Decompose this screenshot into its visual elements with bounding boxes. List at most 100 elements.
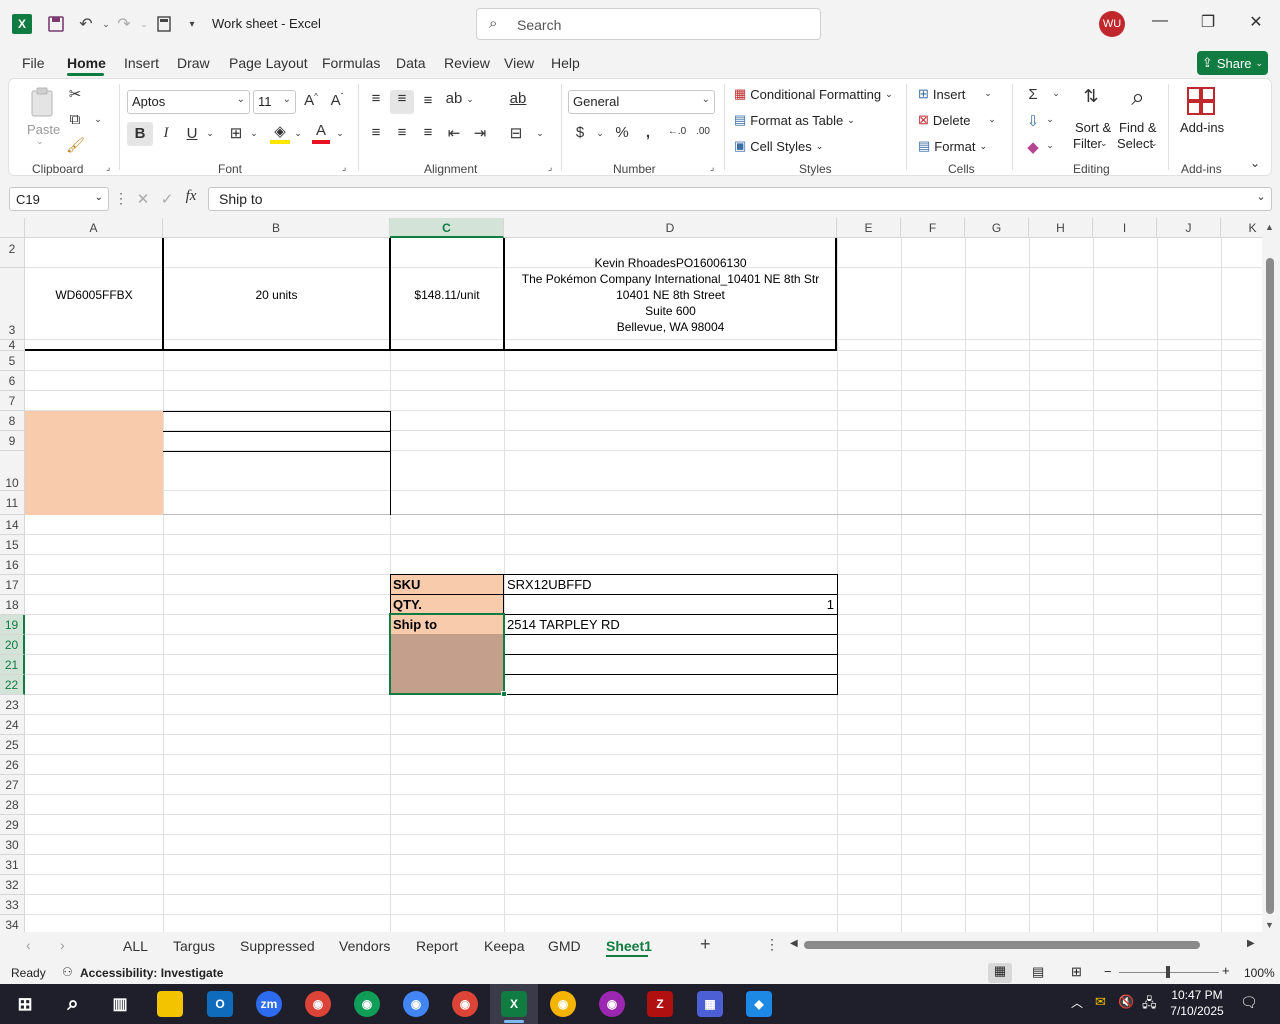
- vertical-scroll-thumb[interactable]: [1266, 258, 1274, 914]
- align-left-icon[interactable]: ≡: [366, 124, 386, 141]
- row-header-25[interactable]: 25: [0, 735, 25, 755]
- filezilla-icon[interactable]: Z: [647, 991, 673, 1017]
- formula-input[interactable]: Ship to: [208, 187, 1272, 211]
- tab-home[interactable]: Home: [67, 55, 106, 71]
- sort-filter-label-2[interactable]: Filter: [1073, 136, 1102, 151]
- align-center-icon[interactable]: ≡: [392, 124, 412, 141]
- avatar[interactable]: WU: [1099, 11, 1125, 37]
- bold-button[interactable]: B: [127, 122, 153, 146]
- font-size-select[interactable]: 11 ⌄: [253, 90, 296, 114]
- select-all-corner[interactable]: [0, 218, 25, 238]
- customize-toolbar-icon[interactable]: ▾: [180, 12, 204, 36]
- horizontal-scroll-thumb[interactable]: [804, 941, 1200, 949]
- column-header-b[interactable]: B: [163, 218, 390, 238]
- chrome-profile-icon[interactable]: ◉: [354, 991, 380, 1017]
- minimize-button[interactable]: —: [1145, 12, 1175, 36]
- windows-start-icon[interactable]: ⊞: [12, 991, 38, 1017]
- sort-filter-label-1[interactable]: Sort &: [1075, 120, 1111, 135]
- volume-muted-icon[interactable]: 🔇: [1118, 994, 1134, 1010]
- row-header-7[interactable]: 7: [0, 391, 25, 411]
- underline-dropdown-icon[interactable]: ⌄: [204, 128, 216, 139]
- save-icon[interactable]: [44, 12, 68, 36]
- row-header-33[interactable]: 33: [0, 895, 25, 915]
- borders-dropdown-icon[interactable]: ⌄: [248, 128, 260, 139]
- copy-dropdown-icon[interactable]: ⌄: [92, 114, 104, 125]
- task-view-icon[interactable]: ▥: [107, 991, 133, 1017]
- row-header-3[interactable]: 3: [0, 268, 25, 340]
- add-ins-button-label[interactable]: Add-ins: [1180, 120, 1224, 135]
- formula-bar-menu-icon[interactable]: ⋮: [114, 190, 128, 207]
- outlook-icon[interactable]: O: [207, 991, 233, 1017]
- cell-b2[interactable]: 20 units: [163, 238, 390, 351]
- row-header-10[interactable]: 10: [0, 451, 25, 491]
- percent-icon[interactable]: %: [612, 124, 632, 141]
- align-right-icon[interactable]: ≡: [418, 124, 438, 141]
- row-header-17[interactable]: 17: [0, 575, 25, 595]
- increase-decimal-icon[interactable]: ←.0: [666, 126, 688, 137]
- clear-icon[interactable]: ◆: [1024, 138, 1042, 156]
- confirm-entry-icon[interactable]: ✓: [158, 190, 176, 208]
- share-button[interactable]: ⇪ Share ⌄: [1197, 51, 1268, 75]
- zoom-out-icon[interactable]: −: [1104, 964, 1112, 979]
- conditional-formatting-button[interactable]: ▦ Conditional Formatting ⌄: [734, 86, 893, 102]
- tab-draw[interactable]: Draw: [177, 55, 210, 71]
- row-header-26[interactable]: 26: [0, 755, 25, 775]
- search-box[interactable]: ⌕ Search: [476, 8, 821, 40]
- tab-help[interactable]: Help: [551, 55, 580, 71]
- column-header-h[interactable]: H: [1029, 218, 1093, 238]
- row-header-29[interactable]: 29: [0, 815, 25, 835]
- row-header-27[interactable]: 27: [0, 775, 25, 795]
- column-header-a[interactable]: A: [25, 218, 163, 238]
- row-header-23[interactable]: 23: [0, 695, 25, 715]
- tab-insert[interactable]: Insert: [124, 55, 159, 71]
- sheet-tab-gmd[interactable]: GMD: [548, 938, 581, 954]
- font-color-dropdown-icon[interactable]: ⌄: [334, 128, 346, 139]
- sheet-tab-targus[interactable]: Targus: [173, 938, 215, 954]
- fill-icon[interactable]: ⇩: [1024, 112, 1042, 130]
- font-name-select[interactable]: Aptos ⌄: [127, 90, 250, 114]
- format-cells-button[interactable]: ▤ Format ⌄: [918, 138, 987, 154]
- column-header-g[interactable]: G: [965, 218, 1029, 238]
- column-header-c[interactable]: C: [390, 218, 504, 238]
- sheet-tab-all[interactable]: ALL: [123, 938, 148, 954]
- decrease-indent-icon[interactable]: ⇤: [444, 124, 464, 142]
- cell-a2[interactable]: WD6005FFBX: [25, 238, 163, 351]
- cell-styles-button[interactable]: ▣ Cell Styles ⌄: [734, 138, 823, 154]
- zoom-slider-thumb[interactable]: [1166, 966, 1170, 978]
- zoom-level[interactable]: 100%: [1244, 966, 1275, 980]
- fill-color-icon[interactable]: ◈: [270, 122, 290, 144]
- font-launcher-icon[interactable]: ⌟: [342, 162, 346, 173]
- row-header-11[interactable]: 11: [0, 491, 25, 515]
- cell-c17[interactable]: SKU: [393, 577, 420, 592]
- row-header-28[interactable]: 28: [0, 795, 25, 815]
- row-header-14[interactable]: 14: [0, 515, 25, 535]
- system-clock[interactable]: 10:47 PM 7/10/2025: [1160, 987, 1234, 1019]
- currency-icon[interactable]: $: [572, 124, 588, 141]
- row-header-8[interactable]: 8: [0, 411, 25, 431]
- add-ins-icon[interactable]: [1186, 86, 1216, 116]
- cancel-entry-icon[interactable]: ✕: [134, 190, 152, 208]
- file-explorer-icon[interactable]: [157, 991, 183, 1017]
- chrome-profile-icon[interactable]: ◉: [452, 991, 478, 1017]
- fill-dropdown-icon[interactable]: ⌄: [1044, 114, 1056, 125]
- row-header-19[interactable]: 19: [0, 615, 25, 635]
- cell-d2[interactable]: Kevin RhoadesPO16006130 The Pokémon Comp…: [504, 238, 837, 351]
- network-icon[interactable]: 🖧: [1142, 994, 1157, 1016]
- column-header-f[interactable]: F: [901, 218, 965, 238]
- autosum-icon[interactable]: Σ: [1024, 86, 1042, 103]
- find-select-dropdown-icon[interactable]: ⌄: [1150, 138, 1158, 149]
- sheet-tab-vendors[interactable]: Vendors: [339, 938, 390, 954]
- row-header-6[interactable]: 6: [0, 371, 25, 391]
- copy-icon[interactable]: ⧉: [66, 111, 84, 128]
- font-color-icon[interactable]: A: [312, 122, 330, 144]
- row-header-31[interactable]: 31: [0, 855, 25, 875]
- normal-view-icon[interactable]: ▦: [988, 963, 1012, 983]
- calculator-app-icon[interactable]: ▦: [697, 991, 723, 1017]
- align-bottom-icon[interactable]: ≡: [418, 92, 438, 109]
- mail-tray-icon[interactable]: ✉: [1095, 994, 1106, 1010]
- fill-handle[interactable]: [501, 691, 507, 697]
- name-box[interactable]: C19 ⌄: [9, 187, 109, 211]
- sheet-tab-suppressed[interactable]: Suppressed: [240, 938, 315, 954]
- currency-dropdown-icon[interactable]: ⌄: [594, 128, 606, 139]
- show-hidden-icons-icon[interactable]: ︿: [1071, 994, 1083, 1011]
